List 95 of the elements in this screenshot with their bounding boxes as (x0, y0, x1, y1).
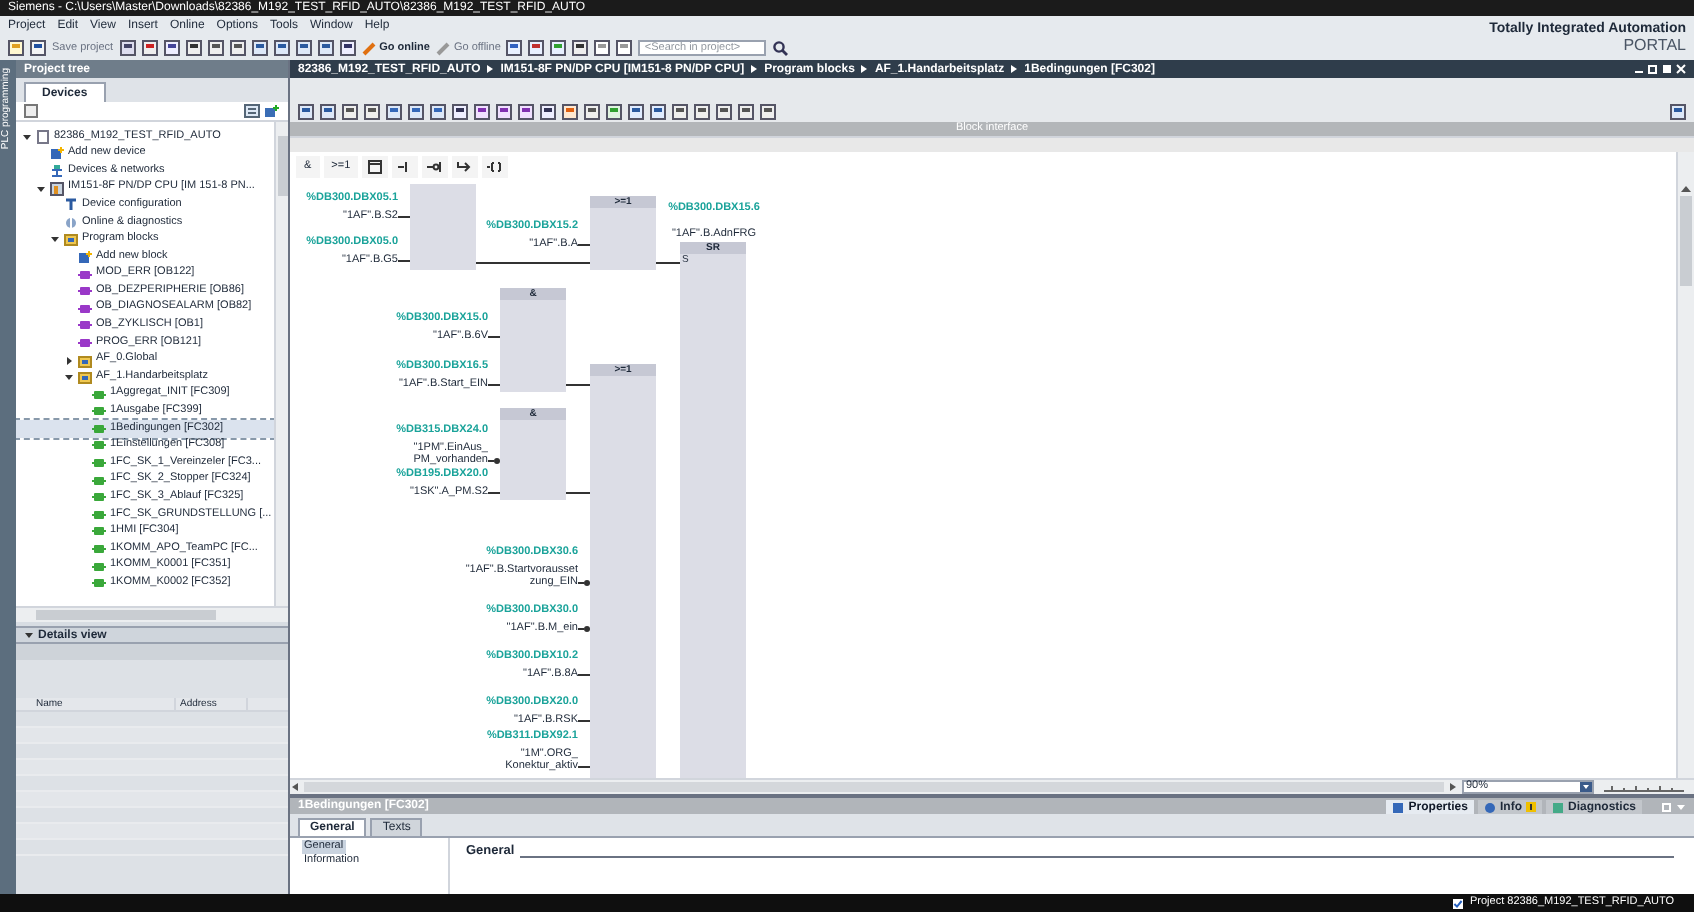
toolbar-icon[interactable] (185, 40, 202, 56)
chevron-icon (860, 64, 869, 74)
toolbar-icon[interactable] (1670, 103, 1686, 119)
plug-icon (435, 41, 450, 55)
coil-icon (486, 158, 505, 176)
toolbar-icon[interactable] (386, 103, 402, 119)
checkbox-icon (1452, 897, 1464, 909)
toolbar-icon[interactable] (273, 40, 290, 56)
scrollbar[interactable] (1676, 152, 1694, 778)
toolbar-icon[interactable] (760, 103, 776, 119)
close-icon[interactable] (1676, 64, 1686, 74)
device-icon (50, 181, 64, 196)
toolbar-icon[interactable] (295, 40, 312, 56)
expand-arrow-icon[interactable] (50, 234, 60, 245)
toolbar-icon[interactable] (672, 103, 688, 119)
negated-contact-icon (426, 158, 445, 176)
toolbar-icon[interactable] (430, 103, 446, 119)
wire (656, 262, 680, 264)
toolbar-icon[interactable] (594, 40, 611, 56)
search-icon[interactable] (772, 40, 789, 56)
toolbar-icon[interactable] (317, 40, 334, 56)
info-badge-icon (1525, 802, 1536, 812)
scrollbar[interactable] (290, 780, 1458, 794)
toolbar-icon[interactable] (572, 40, 589, 56)
toolbar-icon[interactable] (506, 40, 523, 56)
toolbar-icon[interactable] (8, 40, 24, 56)
expand-arrow-icon[interactable] (64, 355, 74, 366)
expand-arrow-icon[interactable] (64, 372, 74, 383)
toolbar-icon[interactable] (550, 40, 567, 56)
toolbar-icon[interactable] (339, 40, 356, 56)
ruler-icon[interactable] (1604, 781, 1684, 793)
toolbar-icon[interactable] (562, 103, 578, 119)
toolbar-icon[interactable] (650, 103, 666, 119)
diagnostics-icon (64, 215, 78, 230)
toolbar-icon[interactable] (163, 40, 180, 56)
instruction-button[interactable] (482, 156, 509, 178)
chevron-icon (750, 64, 759, 74)
document-icon (36, 129, 50, 144)
wire (566, 384, 590, 386)
collapse-arrow-icon[interactable] (24, 630, 34, 640)
chevron-icon (486, 64, 495, 74)
toolbar-icon[interactable] (119, 40, 136, 56)
scrollbar[interactable] (16, 606, 288, 622)
network-icon (50, 163, 64, 178)
scrollbar[interactable] (274, 122, 288, 606)
instruction-button[interactable] (392, 156, 419, 178)
toolbar-icon[interactable] (738, 103, 754, 119)
add-icon (78, 249, 92, 264)
instruction-button[interactable] (362, 156, 389, 178)
toolbar-icon[interactable] (320, 103, 336, 119)
toolbar-icon[interactable] (540, 103, 556, 119)
wire (566, 492, 590, 494)
dropdown-icon[interactable] (1580, 782, 1592, 792)
wire (476, 262, 590, 264)
toolbar-icon[interactable] (298, 103, 314, 119)
chevron-icon (1010, 64, 1019, 74)
list-view-icon[interactable] (244, 104, 260, 118)
add-icon[interactable] (264, 104, 280, 118)
restore-icon[interactable] (1648, 64, 1658, 74)
instruction-button[interactable] (422, 156, 449, 178)
instruction-button[interactable] (452, 156, 479, 178)
toolbar-icon[interactable] (141, 40, 158, 56)
toolbar-icon[interactable] (364, 103, 380, 119)
plug-icon (361, 41, 376, 55)
toolbar-icon[interactable] (474, 103, 490, 119)
toolbar-icon[interactable] (496, 103, 512, 119)
box-icon (366, 158, 385, 176)
toolbar-icon[interactable] (616, 40, 633, 56)
toolbar-icon[interactable] (716, 103, 732, 119)
toolbar-icon[interactable] (207, 40, 224, 56)
maximize-icon[interactable] (1662, 64, 1672, 74)
tab-icon (1392, 801, 1405, 813)
toolbar-icon[interactable] (342, 103, 358, 119)
function-block (410, 184, 476, 270)
branch-arrow-icon (456, 158, 475, 176)
tab-icon (1483, 801, 1496, 813)
expand-arrow-icon[interactable] (22, 131, 32, 142)
toolbar-icon[interactable] (518, 103, 534, 119)
config-icon (64, 198, 78, 213)
expand-arrow-icon[interactable] (36, 183, 46, 194)
toolbar-icon[interactable] (628, 103, 644, 119)
toolbar-icon[interactable] (30, 40, 46, 56)
grid-icon[interactable] (24, 104, 38, 118)
add-icon (50, 146, 64, 161)
folder-icon (64, 232, 78, 247)
toolbar-icon[interactable] (452, 103, 468, 119)
toolbar-icon[interactable] (584, 103, 600, 119)
toolbar-icon[interactable] (408, 103, 424, 119)
toolbar-icon[interactable] (606, 103, 622, 119)
toolbar-icon[interactable] (528, 40, 545, 56)
toolbar-icon[interactable] (694, 103, 710, 119)
tab-icon (1551, 801, 1564, 813)
toolbar-icon[interactable] (251, 40, 268, 56)
brand-subtitle: PORTAL (1623, 38, 1686, 54)
toolbar-icon[interactable] (229, 40, 246, 56)
